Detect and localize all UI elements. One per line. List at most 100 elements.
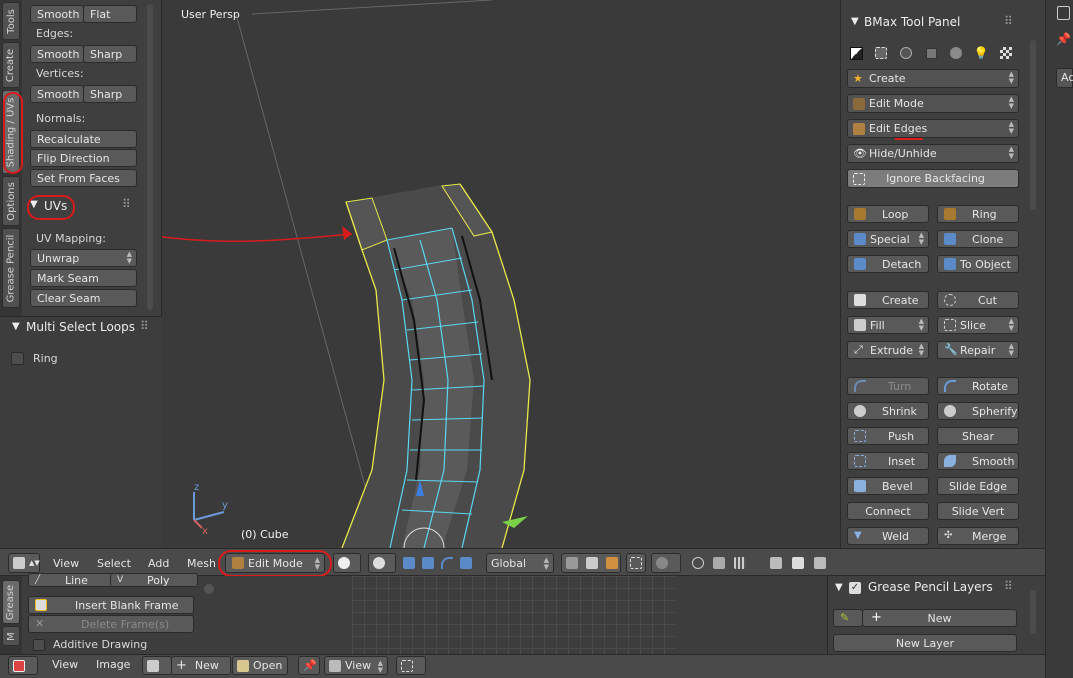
wire-sphere-icon[interactable] [896, 44, 916, 62]
edges-smooth-button[interactable]: Smooth [30, 45, 84, 63]
orientation-dropdown[interactable]: Global ▲ ▼ [486, 553, 554, 573]
select-box-icon[interactable] [871, 44, 891, 62]
bmax-create-dropdown[interactable]: ★ Create ▲ ▼ [847, 69, 1019, 88]
translate-icon[interactable] [422, 557, 434, 569]
create-button[interactable]: Create [847, 291, 929, 309]
manipulator-group[interactable] [403, 553, 483, 573]
drag-handle-icon[interactable]: ⠿ [1004, 579, 1013, 593]
vertices-sharp-button[interactable]: Sharp [83, 85, 137, 103]
slide-vert-button[interactable]: Slide Vert [937, 502, 1019, 520]
unwrap-dropdown[interactable]: Unwrap ▲ ▼ [30, 249, 137, 267]
slide-edge-button[interactable]: Slide Edge [937, 477, 1019, 495]
line-button[interactable]: ╱ Line [28, 573, 116, 587]
lightbulb-icon[interactable]: 💡 [971, 44, 991, 62]
menu-image[interactable]: Image [96, 658, 130, 671]
select-mode-group[interactable] [561, 553, 621, 573]
collapse-triangle-icon[interactable]: ▼ [835, 582, 843, 593]
menu-mesh[interactable]: Mesh [187, 557, 216, 570]
detach-button[interactable]: Detach [847, 255, 929, 273]
spherify-button[interactable]: Spherify [937, 402, 1019, 420]
face-select-icon[interactable] [606, 557, 618, 569]
bevel-button[interactable]: Bevel [847, 477, 929, 495]
collapse-triangle-icon[interactable]: ▼ [851, 16, 859, 27]
snap-grid-icon[interactable] [734, 557, 746, 569]
limit-selection-toggle[interactable] [626, 553, 646, 573]
clone-button[interactable]: Clone [937, 230, 1019, 248]
shrink-button[interactable]: Shrink [847, 402, 929, 420]
recalculate-button[interactable]: Recalculate [30, 130, 137, 148]
ring-checkbox[interactable] [11, 352, 24, 365]
camera-icon[interactable] [792, 557, 804, 569]
transform-icon[interactable] [770, 557, 782, 569]
film-icon[interactable] [814, 557, 826, 569]
gp-new-button[interactable]: + New [862, 609, 1017, 627]
pivot-dropdown[interactable] [368, 553, 396, 573]
menu-view[interactable]: View [53, 557, 79, 570]
edge-select-icon[interactable] [586, 557, 598, 569]
smooth-button[interactable]: Smooth [937, 452, 1019, 470]
rotate-icon[interactable] [441, 557, 453, 569]
fill-dropdown[interactable]: Fill ▲ ▼ [847, 316, 929, 334]
weld-button[interactable]: ▼ Weld [847, 527, 929, 545]
snap-toggle-icon[interactable] [692, 557, 704, 569]
repair-dropdown[interactable]: 🔧 Repair ▲ ▼ [937, 341, 1019, 359]
faces-smooth-button[interactable]: Smooth [30, 5, 84, 23]
tab-create[interactable]: Create [2, 42, 20, 88]
tab-tools[interactable]: Tools [2, 2, 20, 40]
properties-icon[interactable] [1057, 6, 1070, 20]
cube-shade-icon[interactable] [921, 44, 941, 62]
gp-layers-scrollbar[interactable] [1030, 590, 1036, 634]
sphere-icon[interactable] [946, 44, 966, 62]
new-layer-button[interactable]: New Layer [833, 634, 1017, 652]
proportional-edit-dropdown[interactable] [651, 553, 681, 573]
ignore-backfacing-toggle[interactable]: Ignore Backfacing [847, 169, 1019, 188]
edges-sharp-button[interactable]: Sharp [83, 45, 137, 63]
gp-layers-checkbox[interactable]: ✓ [849, 582, 861, 594]
set-from-faces-button[interactable]: Set From Faces [30, 169, 137, 187]
snap-element-icon[interactable] [713, 557, 725, 569]
render-group[interactable] [766, 553, 826, 573]
gp-tools-scroll[interactable] [204, 584, 214, 594]
collapse-triangle-icon[interactable]: ▼ [12, 321, 20, 332]
gp-pencil-button[interactable]: ✎ [833, 609, 863, 627]
image-open-button[interactable]: Open [232, 656, 288, 675]
poly-button[interactable]: V Poly [110, 573, 198, 587]
snap-group[interactable] [688, 553, 762, 573]
uv-image-grid[interactable] [352, 576, 676, 654]
mark-seam-button[interactable]: Mark Seam [30, 269, 137, 287]
vertex-select-icon[interactable] [566, 557, 578, 569]
image-view-dropdown[interactable]: View ▲ ▼ [324, 656, 388, 675]
clear-seam-button[interactable]: Clear Seam [30, 289, 137, 307]
shading-dropdown[interactable] [333, 553, 361, 573]
rotate-button[interactable]: Rotate [937, 377, 1019, 395]
manipulator-toggle-icon[interactable] [403, 557, 415, 569]
inset-button[interactable]: Inset [847, 452, 929, 470]
drag-handle-icon[interactable]: ⠿ [140, 319, 149, 333]
vertices-smooth-button[interactable]: Smooth [30, 85, 84, 103]
image-pin-button[interactable]: 📌 [298, 656, 320, 675]
cut-button[interactable]: Cut [937, 291, 1019, 309]
merge-button[interactable]: ✣ Merge [937, 527, 1019, 545]
image-pivot-dropdown[interactable] [396, 656, 426, 675]
push-button[interactable]: Push [847, 427, 929, 445]
bmax-scrollbar[interactable] [1030, 40, 1036, 210]
drag-handle-icon[interactable]: ⠿ [122, 197, 131, 211]
special-dropdown[interactable]: Special ▲ ▼ [847, 230, 929, 248]
turn-button[interactable]: Turn [847, 377, 929, 395]
extrude-dropdown[interactable]: ⤢ Extrude ▲ ▼ [847, 341, 929, 359]
insert-blank-frame-button[interactable]: Insert Blank Frame [28, 596, 194, 614]
ring-button[interactable]: Ring [937, 205, 1019, 223]
shelf-scrollbar[interactable] [147, 4, 153, 310]
image-editor-type-button[interactable] [8, 656, 38, 675]
tab-m[interactable]: M [2, 626, 20, 646]
scale-icon[interactable] [460, 557, 472, 569]
menu-add[interactable]: Add [148, 557, 169, 570]
menu-view[interactable]: View [52, 658, 78, 671]
bmax-edit-mode-dropdown[interactable]: Edit Mode ▲ ▼ [847, 94, 1019, 113]
image-new-button[interactable]: + New [171, 656, 231, 675]
connect-button[interactable]: Connect [847, 502, 929, 520]
bmax-hide-unhide-dropdown[interactable]: 👁 Hide/Unhide ▲ ▼ [847, 144, 1019, 163]
editor-type-button[interactable]: ▲▼ [8, 553, 40, 573]
tab-options[interactable]: Options [2, 176, 20, 226]
slice-dropdown[interactable]: Slice ▲ ▼ [937, 316, 1019, 334]
